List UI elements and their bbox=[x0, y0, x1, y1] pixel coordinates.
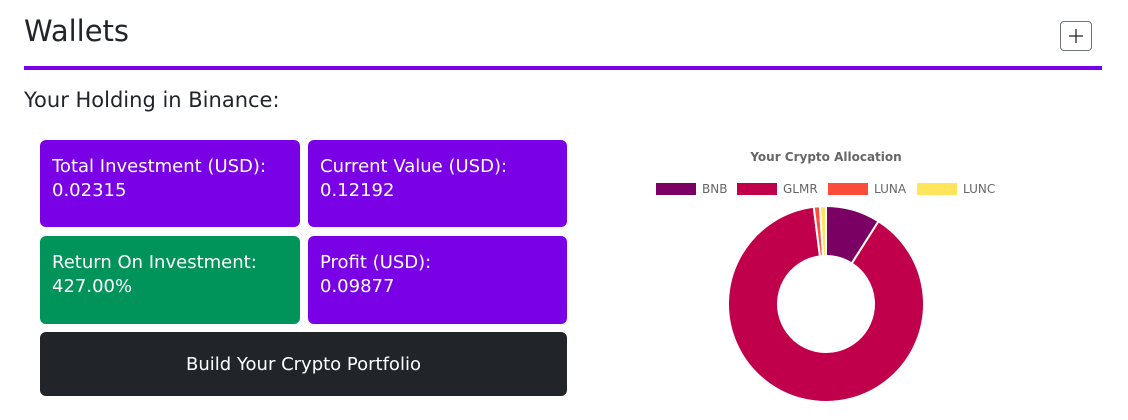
allocation-chart: Your Crypto Allocation BNB GLMR LUNA LUNC bbox=[620, 140, 1040, 420]
roi-value: 427.00% bbox=[52, 276, 133, 297]
profit-value: 0.09877 bbox=[320, 276, 395, 297]
total-investment-card: Total Investment (USD): 0.02315 bbox=[40, 140, 300, 227]
total-investment-label: Total Investment (USD): bbox=[52, 156, 267, 177]
header-divider bbox=[24, 66, 1102, 70]
profit-label: Profit (USD): bbox=[320, 252, 432, 273]
profit-card: Profit (USD): 0.09877 bbox=[308, 236, 567, 324]
page-title: Wallets bbox=[24, 14, 130, 48]
current-value-label: Current Value (USD): bbox=[320, 156, 508, 177]
add-wallet-button[interactable] bbox=[1060, 21, 1092, 51]
roi-label: Return On Investment: bbox=[52, 252, 257, 273]
roi-card: Return On Investment: 427.00% bbox=[40, 236, 300, 324]
plus-icon bbox=[1069, 29, 1083, 43]
doughnut-chart bbox=[727, 204, 925, 403]
current-value-card: Current Value (USD): 0.12192 bbox=[308, 140, 567, 227]
holding-title: Your Holding in Binance: bbox=[24, 88, 280, 112]
build-portfolio-button[interactable]: Build Your Crypto Portfolio bbox=[40, 332, 567, 396]
total-investment-value: 0.02315 bbox=[52, 180, 127, 201]
current-value-value: 0.12192 bbox=[320, 180, 395, 201]
